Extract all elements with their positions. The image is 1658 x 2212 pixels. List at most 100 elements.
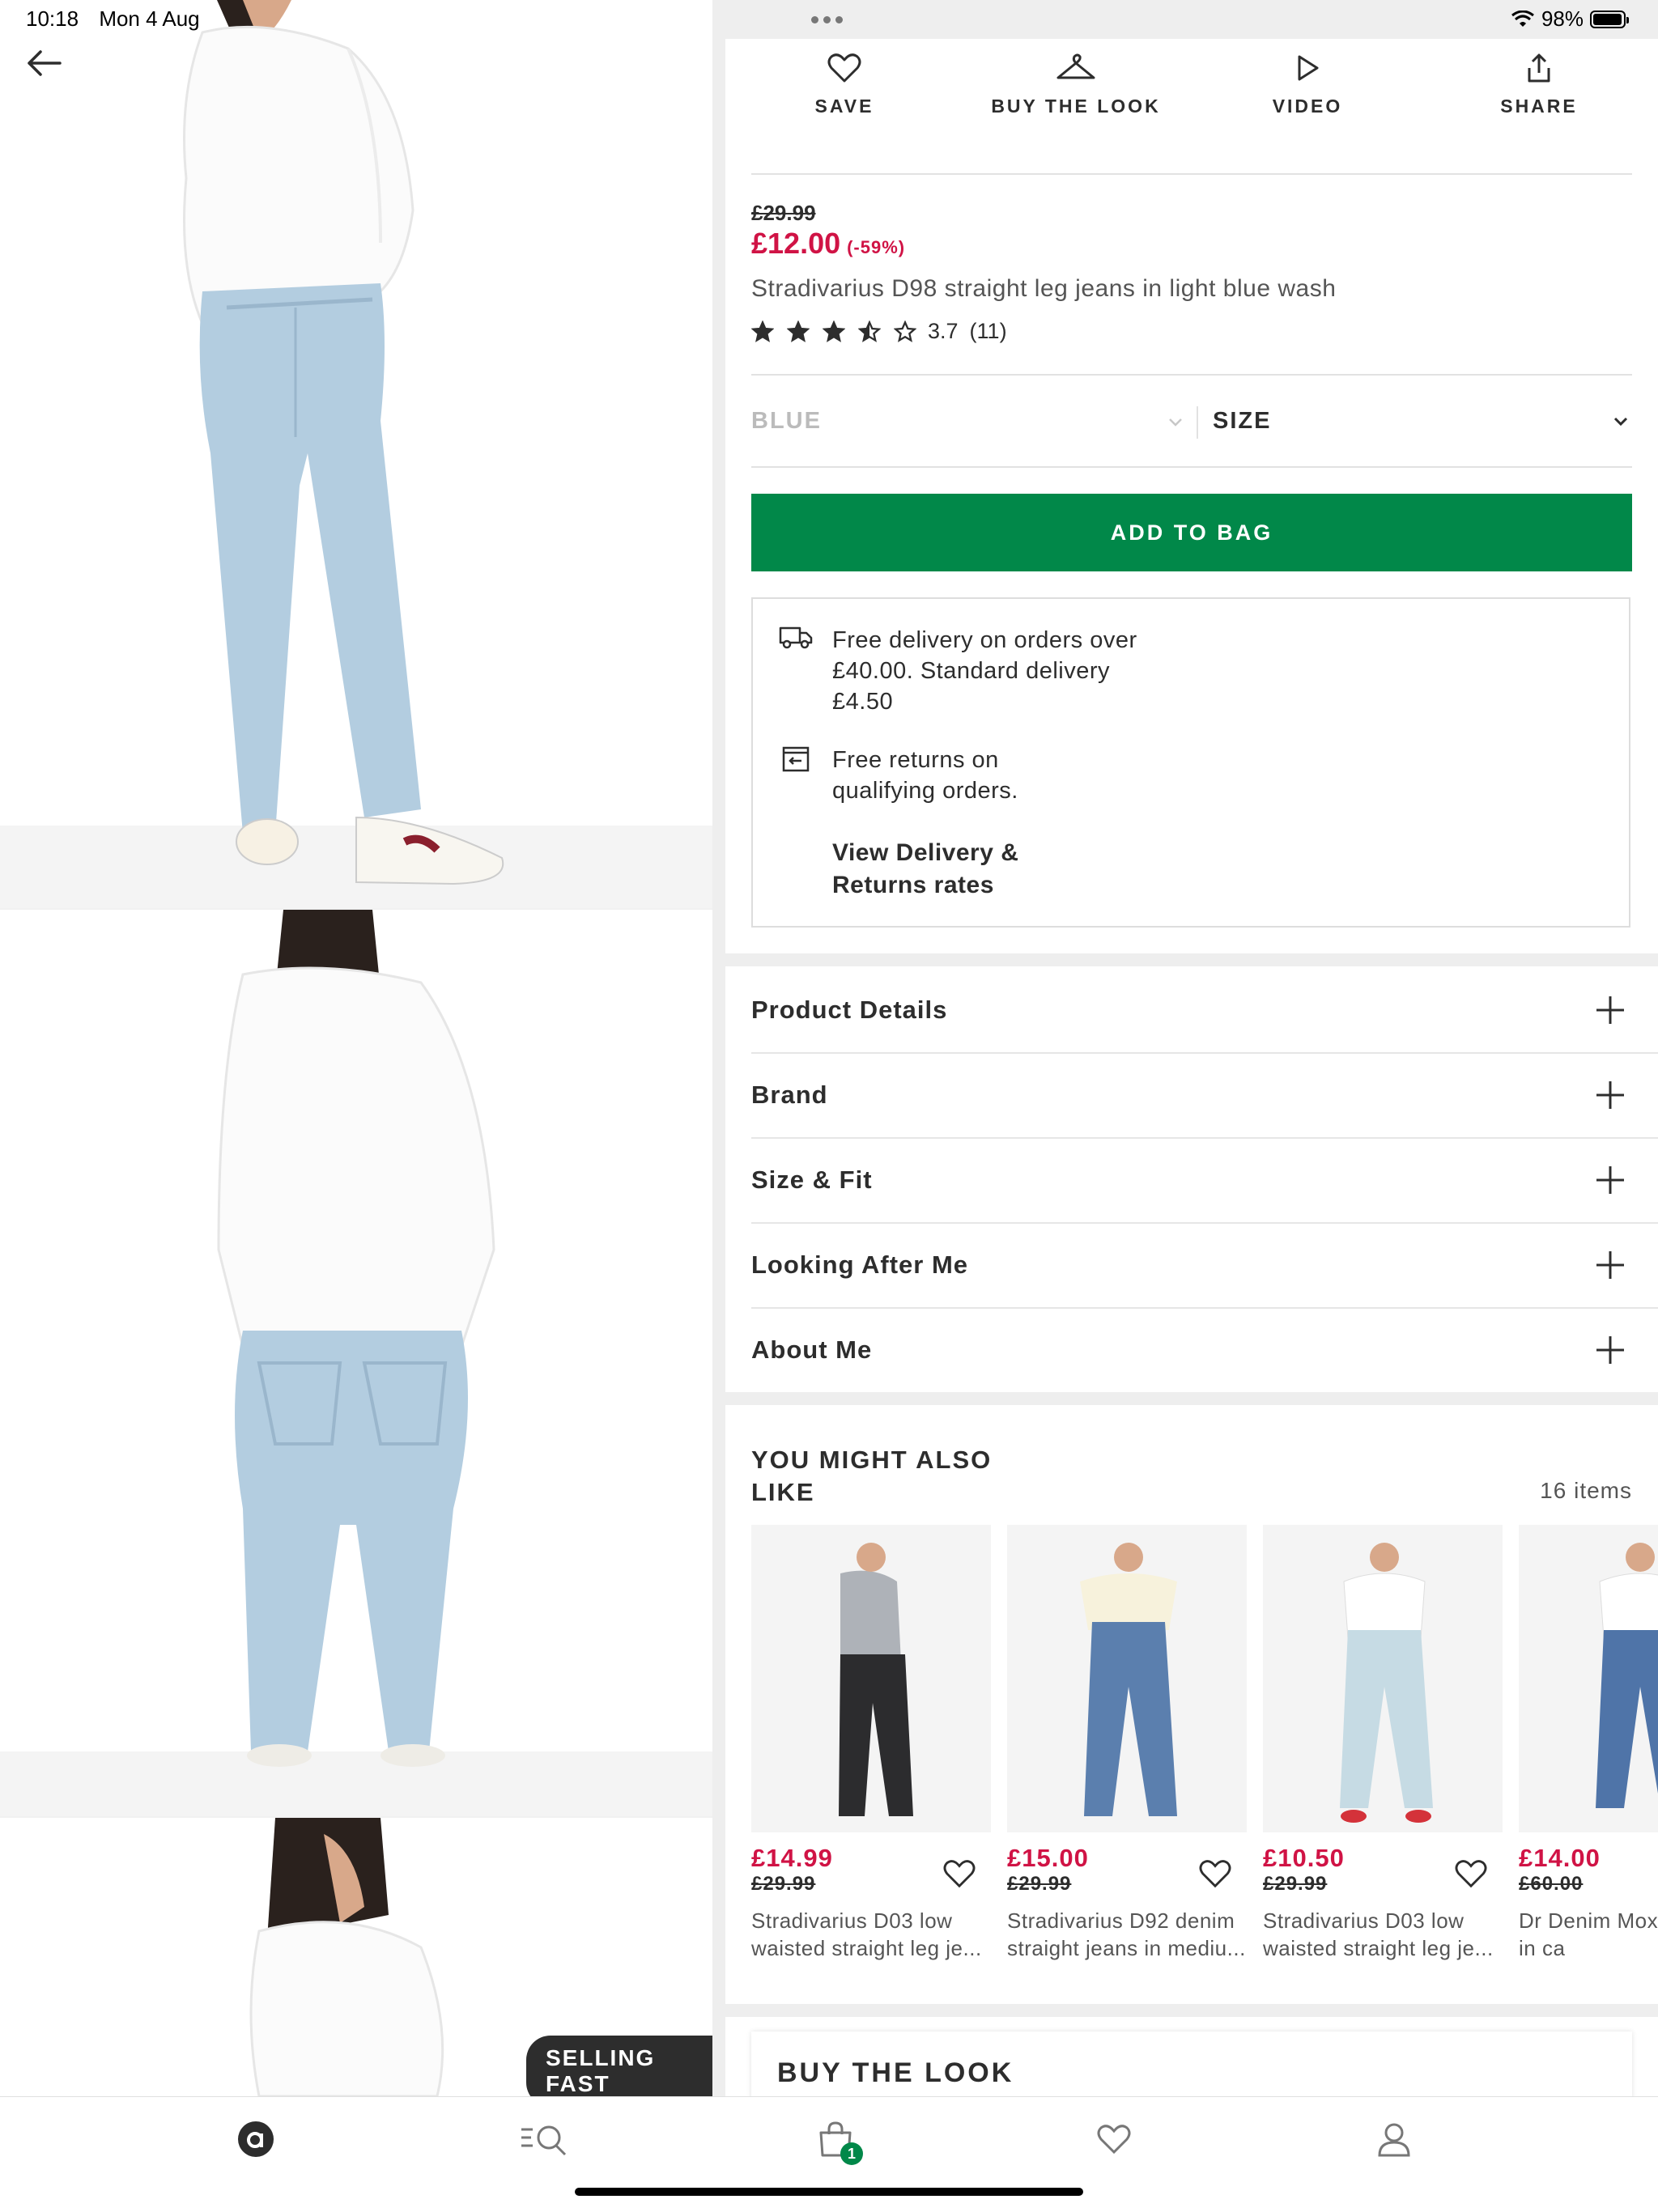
buy-the-look-label: BUY THE LOOK bbox=[991, 96, 1161, 117]
product-photo-back[interactable] bbox=[0, 910, 712, 1816]
plus-icon bbox=[1596, 996, 1624, 1024]
divider bbox=[751, 374, 1632, 376]
heart-icon bbox=[827, 53, 861, 83]
selector-divider bbox=[1197, 406, 1198, 439]
sale-price: £12.00 bbox=[751, 227, 841, 260]
product-thumbnail[interactable] bbox=[751, 1525, 991, 1832]
product-thumbnail-image bbox=[751, 1525, 991, 1832]
accordion-size-fit[interactable]: Size & Fit bbox=[751, 1138, 1658, 1222]
star-icon bbox=[787, 320, 810, 342]
video-button[interactable]: VIDEO bbox=[1214, 52, 1401, 117]
product-image-gallery[interactable]: SELLING FAST bbox=[0, 0, 712, 2096]
view-delivery-returns-link[interactable]: View Delivery & Returns rates bbox=[832, 837, 1075, 902]
heart-icon[interactable] bbox=[1454, 1858, 1488, 1889]
play-icon bbox=[1298, 55, 1319, 81]
nav-account[interactable] bbox=[1365, 2115, 1423, 2163]
video-label: VIDEO bbox=[1272, 96, 1343, 117]
heart-icon[interactable] bbox=[1198, 1858, 1232, 1889]
star-icon bbox=[823, 320, 845, 342]
bottom-navigation: 1 bbox=[0, 2096, 1658, 2212]
star-icon bbox=[751, 320, 774, 342]
product-thumbnail-image bbox=[1007, 1525, 1247, 1832]
product-name: Stradivarius D03 low waisted straight le… bbox=[1263, 1908, 1494, 1960]
product-name: Dr Denim Mox leg jeans in ca bbox=[1519, 1908, 1658, 1960]
save-label: SAVE bbox=[814, 96, 874, 117]
battery-percent: 98% bbox=[1541, 6, 1584, 31]
accordion-about-me[interactable]: About Me bbox=[751, 1308, 1658, 1392]
delivery-truck-icon bbox=[779, 626, 813, 649]
product-name: Stradivarius D92 denim straight jeans in… bbox=[1007, 1908, 1246, 1960]
plus-icon bbox=[1596, 1081, 1624, 1109]
status-bar: 10:18 Mon 4 Aug 98% bbox=[0, 0, 1658, 39]
discount-label: (-59%) bbox=[847, 237, 906, 257]
size-select[interactable]: SIZE bbox=[1213, 408, 1271, 435]
accordion-label: Product Details bbox=[751, 996, 948, 1024]
heart-icon bbox=[1097, 2125, 1131, 2155]
status-time: 10:18 bbox=[26, 6, 79, 31]
star-icon bbox=[894, 320, 916, 342]
arrow-left-icon bbox=[28, 50, 62, 76]
add-to-bag-button[interactable]: ADD TO BAG bbox=[751, 494, 1632, 571]
back-button[interactable] bbox=[24, 47, 70, 86]
share-label: SHARE bbox=[1500, 96, 1578, 117]
buy-the-look-button[interactable]: BUY THE LOOK bbox=[983, 52, 1169, 117]
variant-selectors: BLUE SIZE bbox=[751, 397, 1632, 448]
buy-the-look-card[interactable]: BUY THE LOOK bbox=[751, 2032, 1632, 2104]
nav-search[interactable] bbox=[515, 2115, 573, 2163]
product-thumbnail[interactable] bbox=[1519, 1525, 1658, 1832]
save-button[interactable]: SAVE bbox=[751, 52, 937, 117]
star-icon bbox=[858, 320, 881, 342]
product-thumbnail-image bbox=[1519, 1525, 1658, 1832]
chevron-down-icon bbox=[1169, 418, 1182, 427]
returns-box-icon bbox=[782, 746, 810, 772]
bag-count-badge: 1 bbox=[840, 2142, 863, 2165]
review-count: (11) bbox=[969, 319, 1007, 343]
selling-fast-badge: SELLING FAST bbox=[526, 2036, 712, 2096]
star-rating-icons bbox=[751, 320, 916, 343]
home-indicator[interactable] bbox=[575, 2188, 1083, 2196]
plus-icon bbox=[1596, 1336, 1624, 1364]
product-rating[interactable]: 3.7 (11) bbox=[751, 319, 1007, 344]
accordion-product-details[interactable]: Product Details bbox=[751, 968, 1658, 1052]
accordion-brand[interactable]: Brand bbox=[751, 1053, 1658, 1137]
original-price: £29.99 bbox=[751, 201, 816, 225]
returns-text: Free returns on qualifying orders. bbox=[832, 747, 1018, 804]
battery-icon bbox=[1590, 10, 1629, 28]
product-thumbnail[interactable] bbox=[1263, 1525, 1503, 1832]
product-price: £14.00 bbox=[1519, 1844, 1601, 1872]
nav-saved[interactable] bbox=[1085, 2115, 1143, 2163]
nav-bag[interactable]: 1 bbox=[806, 2115, 865, 2165]
buy-the-look-title: BUY THE LOOK bbox=[777, 2057, 1014, 2088]
nav-home[interactable] bbox=[227, 2115, 285, 2163]
product-card[interactable]: £14.99 £29.99 Stradivarius D03 low waist… bbox=[751, 1525, 991, 1962]
colour-select[interactable]: BLUE bbox=[751, 408, 822, 435]
chevron-down-icon[interactable] bbox=[1613, 416, 1629, 427]
product-name: Stradivarius D03 low waisted straight le… bbox=[751, 1908, 982, 1960]
plus-icon bbox=[1596, 1251, 1624, 1279]
product-thumbnail-image bbox=[1263, 1525, 1503, 1832]
divider bbox=[751, 466, 1632, 468]
divider bbox=[751, 173, 1632, 175]
heart-icon[interactable] bbox=[942, 1858, 976, 1889]
product-actions-row: SAVE BUY THE LOOK VIDEO SHARE bbox=[751, 52, 1632, 117]
recommendations-carousel[interactable]: £14.99 £29.99 Stradivarius D03 low waist… bbox=[751, 1525, 1658, 1978]
product-title: Stradivarius D98 straight leg jeans in l… bbox=[751, 275, 1337, 302]
product-card[interactable]: £15.00 £29.99 Stradivarius D92 denim str… bbox=[1007, 1525, 1247, 1962]
model-front-illustration bbox=[0, 0, 712, 908]
plus-icon bbox=[1596, 1166, 1624, 1194]
recommendations-title: YOU MIGHT ALSO LIKE bbox=[751, 1446, 993, 1506]
product-photo-front[interactable] bbox=[0, 0, 712, 908]
delivery-text: Free delivery on orders over £40.00. Sta… bbox=[832, 627, 1137, 715]
rating-value: 3.7 bbox=[928, 319, 959, 343]
product-thumbnail[interactable] bbox=[1007, 1525, 1247, 1832]
asos-logo-icon bbox=[238, 2121, 274, 2157]
accordion-label: Brand bbox=[751, 1081, 828, 1109]
hanger-icon bbox=[1056, 53, 1095, 79]
product-card[interactable]: £14.00 £60.00 Dr Denim Mox leg jeans in … bbox=[1519, 1525, 1658, 1962]
multitasking-dots-icon[interactable] bbox=[811, 16, 843, 23]
battery-level bbox=[1593, 13, 1622, 25]
accordion-looking-after-me[interactable]: Looking After Me bbox=[751, 1223, 1658, 1307]
product-card[interactable]: £10.50 £29.99 Stradivarius D03 low waist… bbox=[1263, 1525, 1503, 1962]
share-button[interactable]: SHARE bbox=[1446, 52, 1632, 117]
wifi-icon bbox=[1511, 10, 1534, 27]
